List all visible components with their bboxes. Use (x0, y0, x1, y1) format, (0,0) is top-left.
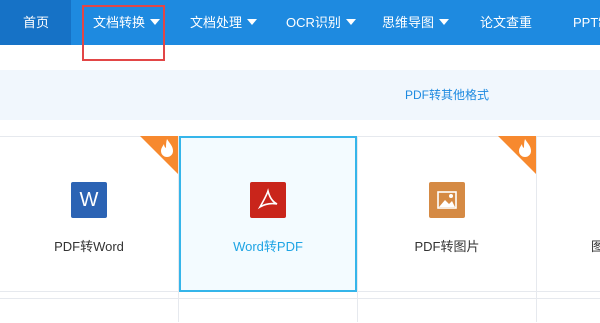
caret-down-icon (345, 19, 356, 25)
sub-tab-pdf-to-other[interactable]: PDF转其他格式 (405, 70, 489, 120)
nav-item-paper-check[interactable]: 论文查重 (480, 0, 532, 45)
tool-card-label: PDF转Word (54, 239, 124, 254)
tool-grid-next-row (0, 298, 600, 323)
tool-card-pdf-to-image[interactable]: PDF转图片 (358, 136, 536, 292)
sub-nav-bar (0, 70, 600, 120)
nav-item-mindmap-label: 思维导图 (382, 15, 435, 30)
top-nav: 首页 文档转换 文档处理 OCR识别 思维导图 论文查重 PPT制 (0, 0, 600, 45)
tool-card-label: Word转PDF (233, 239, 303, 254)
pdf-file-icon (250, 182, 286, 218)
nav-item-doc-process[interactable]: 文档处理 (190, 0, 258, 45)
tool-card-pdf-to-word[interactable]: W PDF转Word (0, 136, 178, 292)
nav-item-doc-process-label: 文档处理 (190, 15, 243, 30)
caret-down-icon (247, 19, 258, 25)
tool-card-word-to-pdf[interactable]: Word转PDF (179, 136, 357, 292)
nav-item-ppt[interactable]: PPT制 (573, 0, 600, 45)
tool-card-label: PDF转图片 (414, 239, 480, 254)
nav-item-doc-convert[interactable]: 文档转换 (93, 0, 161, 45)
caret-down-icon (439, 19, 450, 25)
nav-item-doc-convert-label: 文档转换 (93, 15, 146, 30)
flame-icon (519, 139, 531, 157)
word-file-icon: W (71, 182, 107, 218)
tool-card-partial[interactable]: 图 (537, 136, 600, 292)
nav-item-mindmap[interactable]: 思维导图 (382, 0, 450, 45)
flame-icon (161, 139, 173, 157)
image-file-icon (429, 182, 465, 218)
acrobat-icon (257, 188, 278, 210)
tool-card-label: 图 (591, 239, 600, 254)
nav-item-home[interactable]: 首页 (23, 0, 49, 45)
caret-down-icon (150, 19, 161, 25)
picture-icon (437, 191, 457, 209)
nav-item-ocr-label: OCR识别 (286, 15, 341, 30)
nav-item-ocr[interactable]: OCR识别 (286, 0, 356, 45)
